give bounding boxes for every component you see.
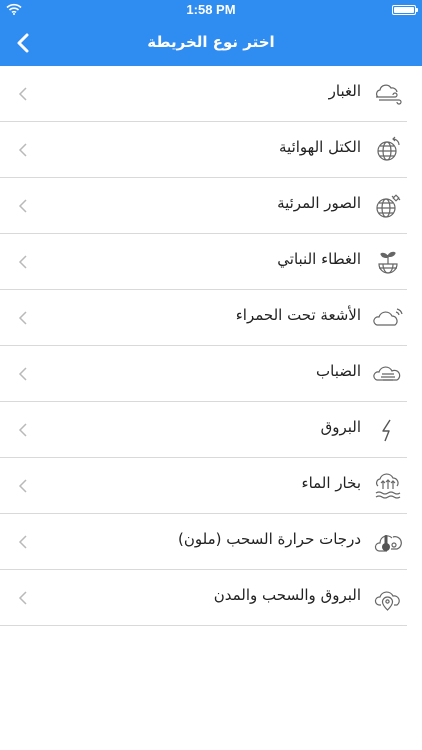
dust-cloud-icon (373, 79, 403, 109)
list-item-vegetation[interactable]: الغطاء النباتي (0, 234, 407, 290)
globe-air-mass-icon (373, 135, 403, 165)
back-button[interactable] (10, 29, 38, 57)
globe-plant-icon (373, 247, 403, 277)
list-item-label: الأشعة تحت الحمراء (235, 306, 361, 324)
cloud-location-icon (373, 583, 403, 613)
list-item-dust[interactable]: الغبار (0, 66, 407, 122)
cloud-infrared-icon (373, 303, 403, 333)
chevron-left-icon (18, 478, 28, 494)
list-item-visible-images[interactable]: الصور المرئية (0, 178, 407, 234)
list-item-label: البروق والسحب والمدن (213, 586, 361, 604)
list-item-label: درجات حرارة السحب (ملون) (177, 530, 361, 548)
chevron-left-icon (18, 534, 28, 550)
cloud-temperature-icon (373, 527, 403, 557)
water-vapor-icon (373, 471, 403, 501)
chevron-left-icon (18, 422, 28, 438)
status-time: 1:58 PM (186, 2, 236, 17)
chevron-left-icon (18, 590, 28, 606)
globe-satellite-icon (373, 191, 403, 221)
page-title: اختر نوع الخريطة (147, 33, 275, 51)
list-item-label: الضباب (316, 362, 361, 380)
list-item-air-masses[interactable]: الكتل الهوائية (0, 122, 407, 178)
list-item-water-vapor[interactable]: بخار الماء (0, 458, 407, 514)
list-item-label: بخار الماء (301, 474, 361, 492)
chevron-left-icon (18, 198, 28, 214)
map-type-list: الغبار الكتل الهوائية الصور المرئية الغط… (0, 66, 422, 626)
list-item-lightning[interactable]: البروق (0, 402, 407, 458)
chevron-left-icon (18, 86, 28, 102)
fog-cloud-icon (373, 359, 403, 389)
list-item-label: الصور المرئية (277, 194, 361, 212)
list-item-label: الغبار (328, 82, 361, 100)
list-item-fog[interactable]: الضباب (0, 346, 407, 402)
list-item-label: البروق (320, 418, 361, 436)
navigation-bar: اختر نوع الخريطة (0, 20, 422, 66)
list-item-label: الكتل الهوائية (279, 138, 361, 156)
list-item-lightning-clouds-cities[interactable]: البروق والسحب والمدن (0, 570, 407, 626)
chevron-left-icon (18, 254, 28, 270)
list-item-cloud-temperature[interactable]: درجات حرارة السحب (ملون) (0, 514, 407, 570)
lightning-icon (373, 415, 403, 445)
chevron-left-icon (18, 310, 28, 326)
chevron-left-icon (10, 29, 38, 57)
status-bar: 1:58 PM (0, 0, 422, 20)
list-item-infrared[interactable]: الأشعة تحت الحمراء (0, 290, 407, 346)
chevron-left-icon (18, 142, 28, 158)
chevron-left-icon (18, 366, 28, 382)
list-item-label: الغطاء النباتي (277, 250, 361, 268)
battery-icon (392, 5, 418, 15)
